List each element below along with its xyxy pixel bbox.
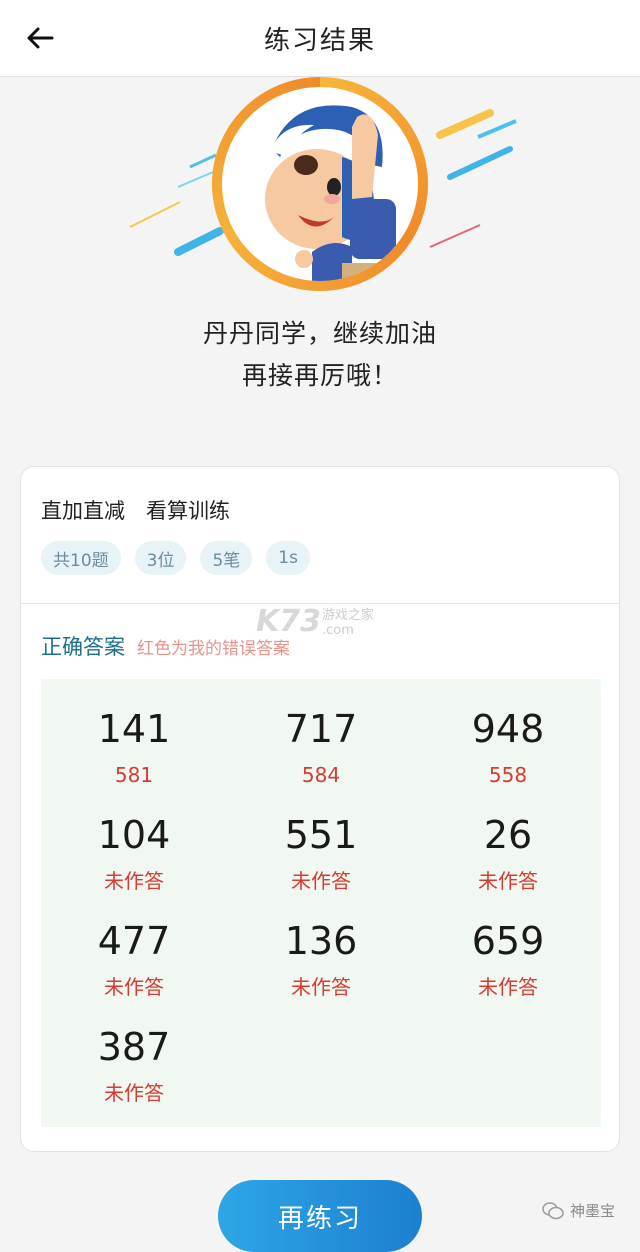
k73-watermark: K73 [256, 604, 321, 639]
correct-answer: 477 [97, 919, 171, 963]
retry-button[interactable]: 再练习 [218, 1180, 422, 1252]
tag-question-count: 共10题 [41, 541, 121, 575]
result-card: 直加直减 看算训练 共10题 3位 5笔 1s 正确答案 红色为我的错误答案 1… [20, 466, 620, 1152]
correct-answer: 26 [483, 813, 533, 857]
k73-watermark-sub-1: 游戏之家 [322, 608, 375, 623]
app-header: 练习结果 [0, 0, 640, 77]
hero-section [0, 77, 640, 317]
cartoon-avatar [222, 87, 418, 281]
answer-item: 141 581 [41, 707, 227, 789]
k73-watermark-sub-2: .com [322, 623, 354, 638]
correct-answer: 141 [97, 707, 171, 751]
my-answer: 未作答 [291, 869, 351, 893]
avatar-ring [212, 77, 428, 291]
speed-lines-right [429, 109, 517, 248]
page-title: 练习结果 [263, 26, 376, 56]
message-line-2: 再接再厉哦！ [241, 361, 398, 390]
my-answer: 558 [488, 763, 528, 787]
answer-item: 136 未作答 [228, 919, 414, 1001]
my-answer: 584 [301, 763, 341, 787]
wechat-account-name: 神墨宝 [570, 1202, 616, 1220]
answer-item: 104 未作答 [41, 813, 227, 895]
my-answer: 未作答 [291, 975, 351, 999]
answer-item: 477 未作答 [41, 919, 227, 1001]
answers-grid: 141 581 717 584 948 558 104 未作答 551 未作答 … [41, 679, 601, 1127]
tag-strokes: 5笔 [200, 541, 253, 575]
k73-watermark-sub: 游戏之家 .com [322, 608, 374, 638]
exercise-tags: 共10题 3位 5笔 1s [41, 541, 310, 575]
answer-item: 659 未作答 [415, 919, 601, 1001]
answer-item: 26 未作答 [415, 813, 601, 895]
correct-answer: 948 [471, 707, 545, 751]
exercise-title: 直加直减 看算训练 [41, 499, 230, 523]
wechat-icon [542, 1201, 564, 1219]
my-answer: 581 [114, 763, 154, 787]
legend-correct-label: 正确答案 [41, 635, 125, 659]
answer-item: 717 584 [228, 707, 414, 789]
my-answer: 未作答 [104, 1081, 164, 1105]
answer-item: 948 558 [415, 707, 601, 789]
correct-answer: 104 [97, 813, 171, 857]
correct-answer: 717 [284, 707, 358, 751]
my-answer: 未作答 [104, 975, 164, 999]
cartoon-boy-icon [265, 105, 396, 281]
my-answer: 未作答 [478, 975, 538, 999]
correct-answer: 136 [284, 919, 358, 963]
answer-legend: 正确答案 红色为我的错误答案 [41, 631, 290, 661]
my-answer: 未作答 [104, 869, 164, 893]
my-answer: 未作答 [478, 869, 538, 893]
correct-answer: 387 [97, 1025, 171, 1069]
encouragement-message: 丹丹同学，继续加油 再接再厉哦！ [0, 313, 640, 397]
tag-speed: 1s [266, 541, 310, 575]
message-line-1: 丹丹同学，继续加油 [202, 319, 437, 348]
answer-item: 387 未作答 [41, 1025, 227, 1107]
correct-answer: 659 [471, 919, 545, 963]
answer-item: 551 未作答 [228, 813, 414, 895]
wechat-watermark: 神墨宝 [542, 1200, 615, 1221]
correct-answer: 551 [284, 813, 358, 857]
tag-digits: 3位 [134, 541, 187, 575]
